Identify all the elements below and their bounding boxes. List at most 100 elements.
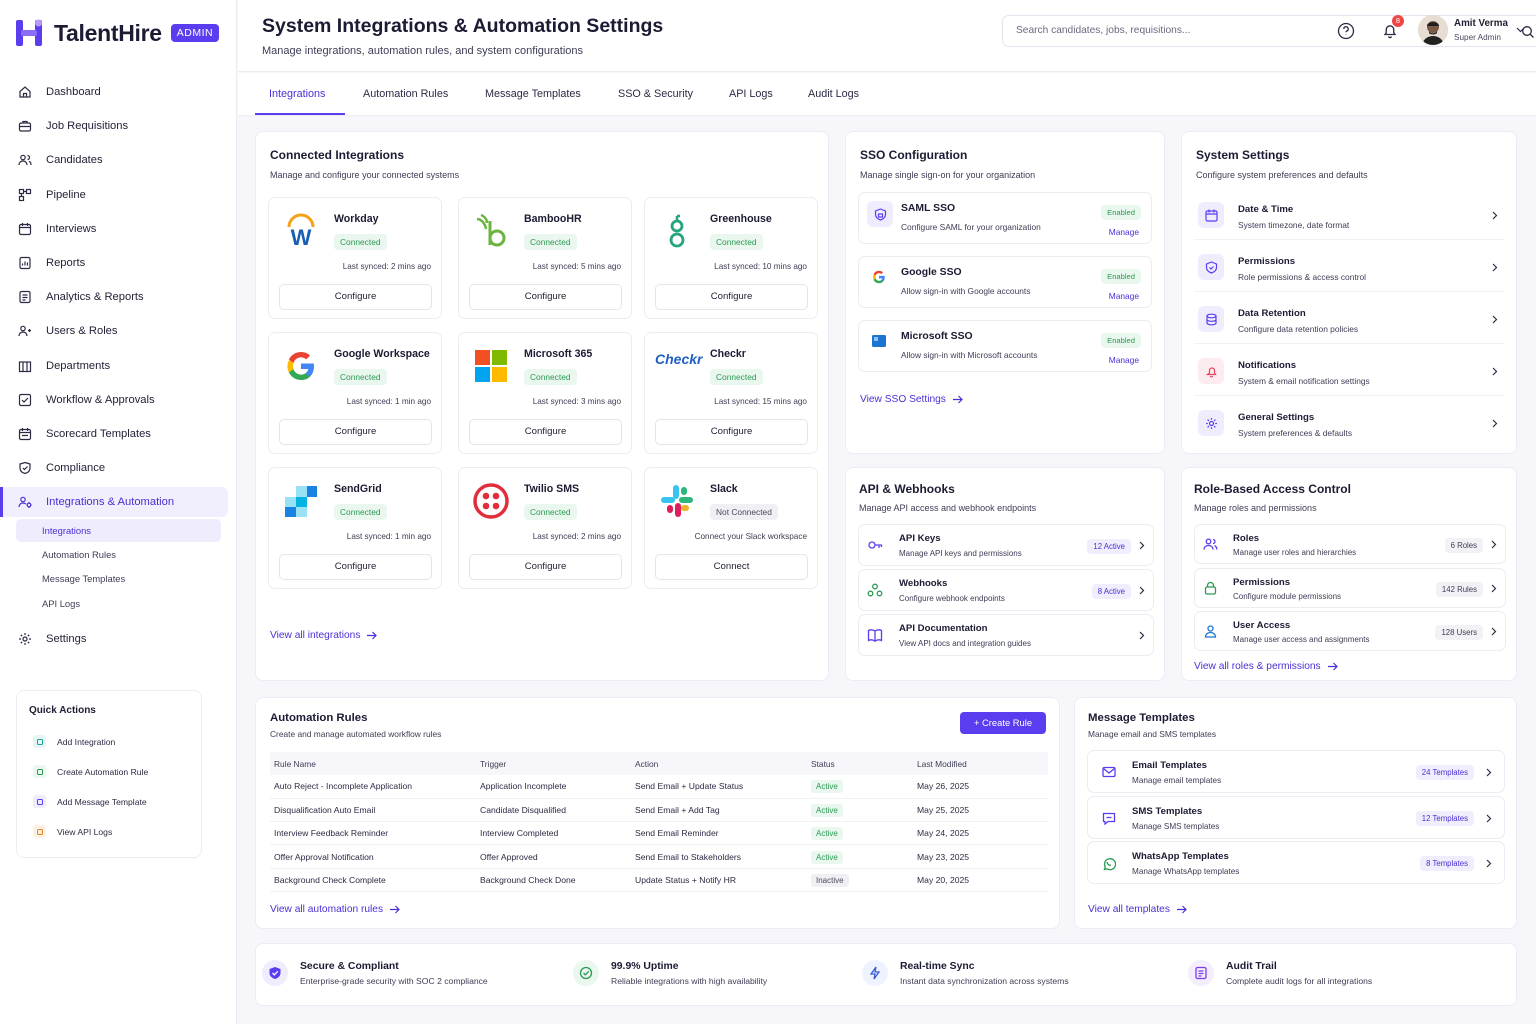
nav-job-requisitions[interactable]: Job Requisitions (0, 109, 237, 143)
card-subtitle: Manage single sign-on for your organizat… (860, 170, 1036, 180)
sms-templates-row[interactable]: SMS Templates Manage SMS templates 12 Te… (1087, 796, 1505, 839)
link-label: View all integrations (270, 630, 361, 641)
template-name: WhatsApp Templates (1132, 851, 1229, 862)
manage-link[interactable]: Manage (1109, 291, 1139, 301)
system-setting-notifications[interactable]: Notifications System & email notificatio… (1194, 352, 1504, 396)
nav-interviews[interactable]: Interviews (0, 212, 237, 246)
quick-actions-panel: Quick Actions Add Integration Create Aut… (16, 690, 202, 858)
feature-desc: Enterprise-grade security with SOC 2 com… (300, 975, 488, 986)
nav-workflow-approvals[interactable]: Workflow & Approvals (0, 383, 237, 417)
feature-desc: Instant data synchronization across syst… (900, 975, 1069, 986)
quick-action-add-message-template[interactable]: Add Message Template (33, 795, 147, 808)
system-setting-permissions[interactable]: Permissions Role permissions & access co… (1194, 248, 1504, 292)
pipeline-icon (18, 188, 32, 201)
last-synced: Last synced: 5 mins ago (532, 262, 621, 271)
system-setting-date-time[interactable]: Date & Time System timezone, date format (1194, 196, 1504, 240)
help-icon[interactable] (1337, 22, 1355, 40)
table-row[interactable]: Offer Approval Notification Offer Approve… (270, 844, 1048, 869)
view-all-roles-link[interactable]: View all roles & permissions (1194, 661, 1338, 672)
tab-message-templates[interactable]: Message Templates (485, 88, 581, 100)
api-keys-row[interactable]: API Keys Manage API keys and permissions… (858, 524, 1154, 566)
webhooks-row[interactable]: Webhooks Configure webhook endpoints 8 A… (858, 569, 1154, 611)
create-rule-button[interactable]: + Create Rule (960, 712, 1046, 734)
nav-analytics-reports[interactable]: Analytics & Reports (0, 280, 237, 314)
calendar-icon (18, 222, 32, 235)
view-all-templates-link[interactable]: View all templates (1088, 904, 1187, 915)
nav-dashboard[interactable]: Dashboard (0, 75, 237, 109)
rbac-item-name: Permissions (1233, 577, 1291, 588)
chevron-right-icon (1491, 540, 1497, 549)
status-badge: Enabled (1101, 205, 1141, 220)
user-avatar[interactable] (1418, 15, 1448, 45)
tab-integrations[interactable]: Integrations (269, 88, 325, 100)
configure-button[interactable]: Configure (655, 284, 808, 310)
manage-link[interactable]: Manage (1109, 355, 1139, 365)
nav-pipeline[interactable]: Pipeline (0, 178, 237, 212)
count-badge: 8 Active (1091, 584, 1131, 599)
rule-action: Send Email + Add Tag (631, 798, 807, 823)
count-badge: 8 Templates (1420, 856, 1474, 871)
nav-users-roles[interactable]: Users & Roles (0, 314, 237, 348)
nav-reports[interactable]: Reports (0, 246, 237, 280)
nav-departments[interactable]: Departments (0, 349, 237, 383)
view-all-integrations-link[interactable]: View all integrations (270, 630, 378, 641)
configure-button[interactable]: Configure (469, 554, 622, 580)
configure-button[interactable]: Configure (469, 419, 622, 445)
notification-count-badge: 8 (1392, 15, 1404, 27)
configure-button[interactable]: Configure (655, 419, 808, 445)
brand-logo[interactable]: TalentHire ADMIN (16, 18, 220, 48)
tab-sso-security[interactable]: SSO & Security (618, 88, 693, 100)
status-badge: Connected (710, 234, 763, 250)
configure-button[interactable]: Configure (469, 284, 622, 310)
configure-button[interactable]: Configure (279, 419, 432, 445)
nav-integrations-automation[interactable]: Integrations & Automation (0, 487, 228, 518)
view-all-automation-rules-link[interactable]: View all automation rules (270, 904, 400, 915)
table-row[interactable]: Disqualification Auto Email Candidate Dis… (270, 798, 1048, 823)
rule-status-cell: Active (807, 775, 913, 799)
rbac-permissions-row[interactable]: Permissions Configure module permissions… (1194, 568, 1506, 608)
connect-button[interactable]: Connect (655, 554, 808, 580)
tab-automation-rules[interactable]: Automation Rules (363, 88, 448, 100)
email-templates-row[interactable]: Email Templates Manage email templates 2… (1087, 750, 1505, 793)
nav-scorecard-templates[interactable]: Scorecard Templates (0, 417, 237, 451)
tab-api-logs[interactable]: API Logs (729, 88, 773, 100)
table-row[interactable]: Auto Reject - Incomplete Application Appl… (270, 775, 1048, 799)
lock-icon (867, 201, 893, 227)
link-label: View all automation rules (270, 904, 384, 915)
nav-compliance[interactable]: Compliance (0, 451, 237, 485)
sso-saml: SAML SSO Configure SAML for your organiz… (858, 192, 1152, 244)
rbac-user-access-row[interactable]: User Access Manage user access and assig… (1194, 611, 1506, 651)
setting-desc: Configure data retention policies (1238, 324, 1359, 334)
system-setting-data-retention[interactable]: Data Retention Configure data retention … (1194, 300, 1504, 344)
sidebar: TalentHire ADMIN Dashboard Job Requisiti… (0, 0, 237, 1024)
status-badge: Enabled (1101, 333, 1141, 348)
status-badge: Connected (334, 504, 387, 520)
search-input[interactable] (1016, 25, 1276, 36)
quick-action-view-api-logs[interactable]: View API Logs (33, 825, 112, 838)
view-sso-settings-link[interactable]: View SSO Settings (860, 394, 963, 405)
nav-settings[interactable]: Settings (0, 621, 237, 655)
sso-name: Microsoft SSO (901, 331, 973, 342)
subnav-api-logs[interactable]: API Logs (0, 591, 237, 615)
tab-audit-logs[interactable]: Audit Logs (808, 88, 859, 100)
subnav-integrations[interactable]: Integrations (16, 519, 221, 543)
table-row[interactable]: Background Check Complete Background Chec… (270, 868, 1048, 892)
bell-icon (1198, 358, 1224, 384)
whatsapp-templates-row[interactable]: WhatsApp Templates Manage WhatsApp templ… (1087, 841, 1505, 884)
card-title: Message Templates (1088, 712, 1195, 724)
system-setting-general[interactable]: General Settings System preferences & de… (1194, 404, 1504, 448)
setting-desc: System & email notification settings (1238, 376, 1370, 386)
quick-action-create-automation-rule[interactable]: Create Automation Rule (33, 765, 148, 778)
manage-link[interactable]: Manage (1109, 227, 1139, 237)
feature-title: 99.9% Uptime (611, 960, 679, 972)
configure-button[interactable]: Configure (279, 554, 432, 580)
nav-candidates[interactable]: Candidates (0, 143, 237, 177)
configure-button[interactable]: Configure (279, 284, 432, 310)
chevron-down-icon[interactable] (1516, 27, 1525, 33)
quick-action-add-integration[interactable]: Add Integration (33, 735, 115, 748)
table-row[interactable]: Interview Feedback Reminder Interview Com… (270, 821, 1048, 846)
subnav-message-templates[interactable]: Message Templates (0, 567, 237, 591)
api-documentation-row[interactable]: API Documentation View API docs and inte… (858, 614, 1154, 656)
subnav-automation-rules[interactable]: Automation Rules (0, 542, 237, 566)
rbac-roles-row[interactable]: Roles Manage user roles and hierarchies … (1194, 524, 1506, 564)
